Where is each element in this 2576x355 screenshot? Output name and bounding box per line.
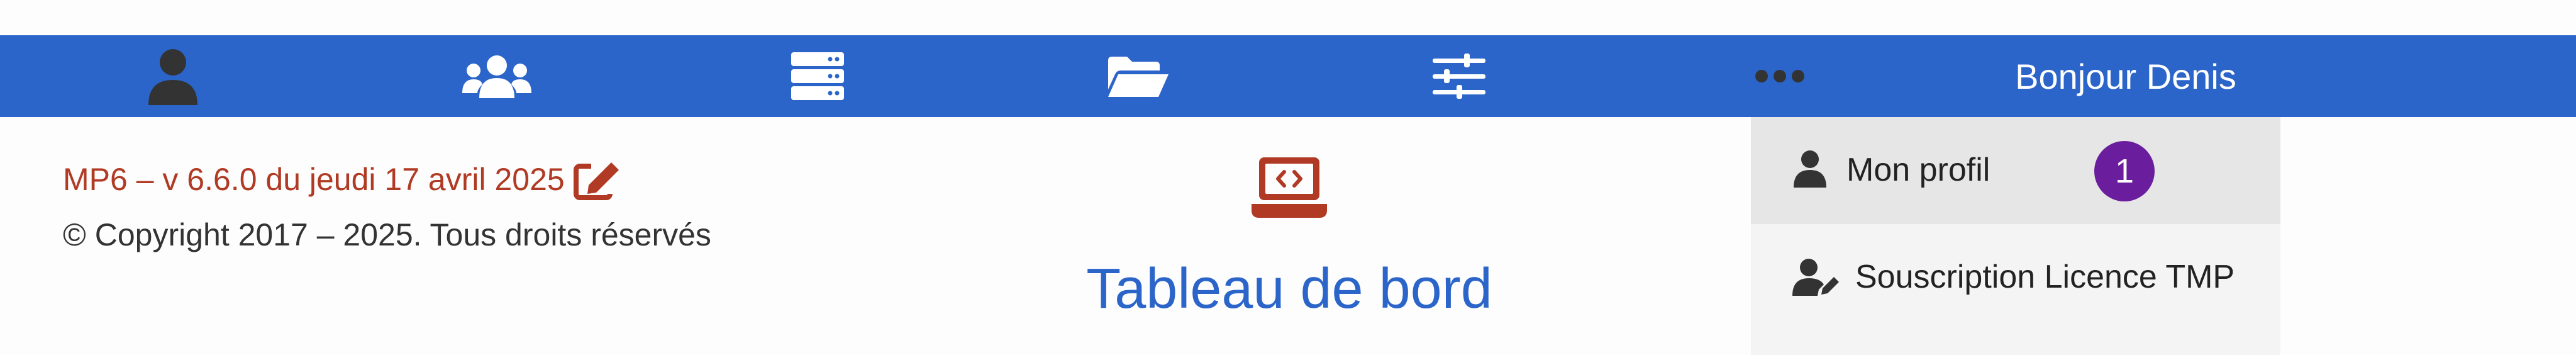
dashboard-title[interactable]: Tableau de bord <box>1063 257 1516 322</box>
greeting-user-menu-toggle[interactable]: Bonjour Denis <box>2012 35 2239 117</box>
version-text: MP6 – v 6.6.0 du jeudi 17 avril 2025 <box>63 162 565 197</box>
menu-item-label: Mon profil <box>1846 152 1990 188</box>
menu-item-profile[interactable]: Mon profil 1 <box>1751 117 2280 224</box>
copyright-text: © Copyright 2017 – 2025. Tous droits rés… <box>63 217 711 252</box>
server-icon <box>791 52 844 100</box>
menu-item-license-subscription[interactable]: Souscription Licence TMP <box>1751 224 2280 331</box>
folder-open-icon <box>1108 57 1169 97</box>
top-navbar: Bonjour Denis <box>0 35 2576 117</box>
laptop-code-icon <box>1252 157 1327 218</box>
version-info: MP6 – v 6.6.0 du jeudi 17 avril 2025 <box>63 159 623 200</box>
notification-badge: 1 <box>2094 141 2155 201</box>
user-edit-icon <box>1792 258 1839 296</box>
users-icon <box>462 55 531 98</box>
nav-files[interactable] <box>1075 35 1201 117</box>
edit-icon[interactable] <box>573 159 623 200</box>
nav-more[interactable] <box>1717 35 1843 117</box>
menu-item-label: Souscription Licence TMP <box>1855 259 2235 295</box>
user-icon <box>1792 150 1828 188</box>
sliders-icon <box>1433 54 1485 99</box>
ellipsis-icon <box>1755 70 1804 82</box>
nav-settings[interactable] <box>1396 35 1522 117</box>
nav-user[interactable] <box>110 35 236 117</box>
user-dropdown-menu: Mon profil 1 Souscription Licence TMP <box>1751 117 2280 355</box>
user-icon <box>148 49 197 105</box>
page: Bonjour Denis MP6 – v 6.6.0 du jeudi 17 … <box>0 0 2576 355</box>
nav-users[interactable] <box>434 35 560 117</box>
nav-servers[interactable] <box>755 35 880 117</box>
